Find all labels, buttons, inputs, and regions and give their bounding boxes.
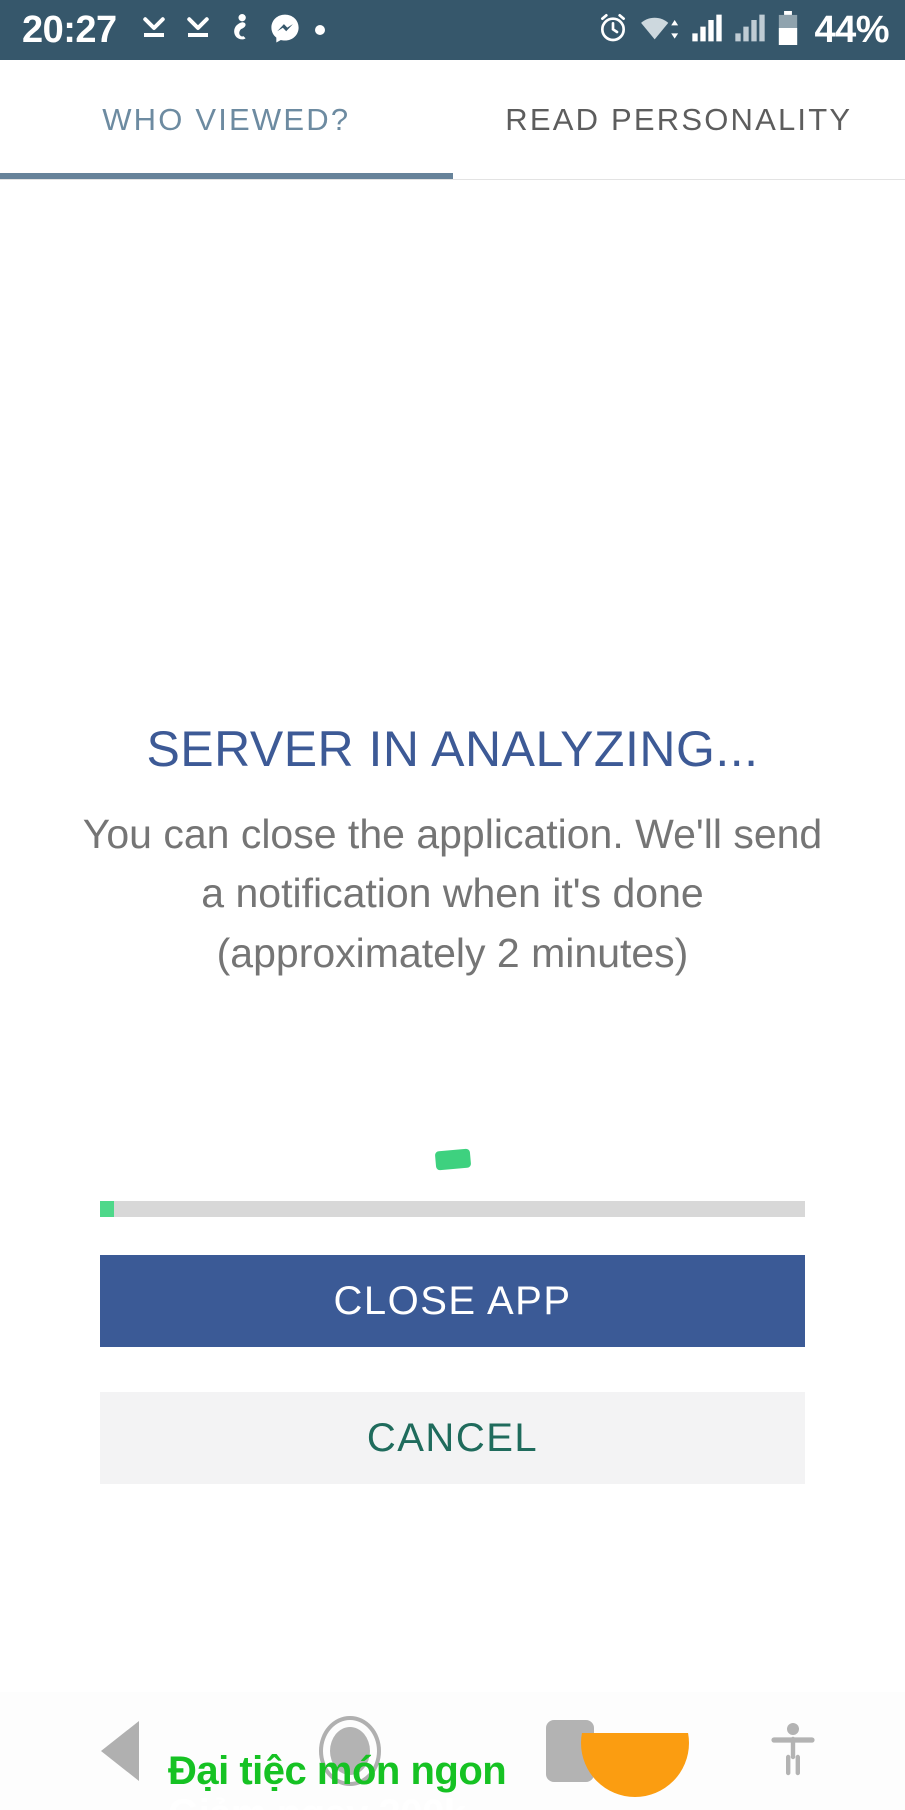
download-icon xyxy=(183,13,213,48)
shazam-icon xyxy=(227,12,255,49)
ad-subheadline: Giảm ngay 300k xyxy=(168,1792,506,1810)
ad-headline: Đại tiệc món ngon xyxy=(168,1749,507,1793)
tab-bar: WHO VIEWED? READ PERSONALITY xyxy=(0,60,905,180)
messenger-icon xyxy=(269,12,301,49)
battery-percent: 44% xyxy=(814,9,889,51)
page-title: SERVER IN ANALYZING... xyxy=(146,721,759,777)
status-clock: 20:27 xyxy=(22,9,117,51)
wifi-icon xyxy=(640,13,680,48)
accessibility-icon xyxy=(770,1721,815,1782)
status-left-icons xyxy=(139,12,325,49)
cancel-button[interactable]: CANCEL xyxy=(100,1392,805,1484)
page-subtext: You can close the application. We'll sen… xyxy=(82,811,823,976)
progress-bar xyxy=(100,1201,805,1217)
accessibility-button[interactable] xyxy=(680,1721,905,1782)
phone-screen: 20:27 44% WHO VIEWED? READ PERSONALITY S… xyxy=(0,0,905,1810)
loading-spinner-icon xyxy=(434,1148,471,1171)
progress-bar-fill xyxy=(100,1201,115,1217)
alarm-icon xyxy=(597,12,629,49)
signal-icon xyxy=(691,13,723,48)
tab-indicator xyxy=(0,173,453,179)
main-content: SERVER IN ANALYZING... You can close the… xyxy=(0,180,905,1810)
back-triangle-icon xyxy=(101,1721,139,1781)
dot-icon xyxy=(314,25,325,35)
signal-icon xyxy=(734,13,766,48)
status-bar: 20:27 44% xyxy=(0,0,905,60)
battery-icon xyxy=(777,10,799,50)
tab-who-viewed[interactable]: WHO VIEWED? xyxy=(0,60,453,179)
close-app-button[interactable]: CLOSE APP xyxy=(100,1255,805,1347)
loading-indicator xyxy=(0,1135,905,1245)
tab-read-personality[interactable]: READ PERSONALITY xyxy=(453,60,905,179)
download-icon xyxy=(139,13,169,48)
ad-text: Đại tiệc món ngon Giảm ngay 300k xyxy=(168,1749,507,1810)
status-right-icons: 44% xyxy=(597,9,889,51)
